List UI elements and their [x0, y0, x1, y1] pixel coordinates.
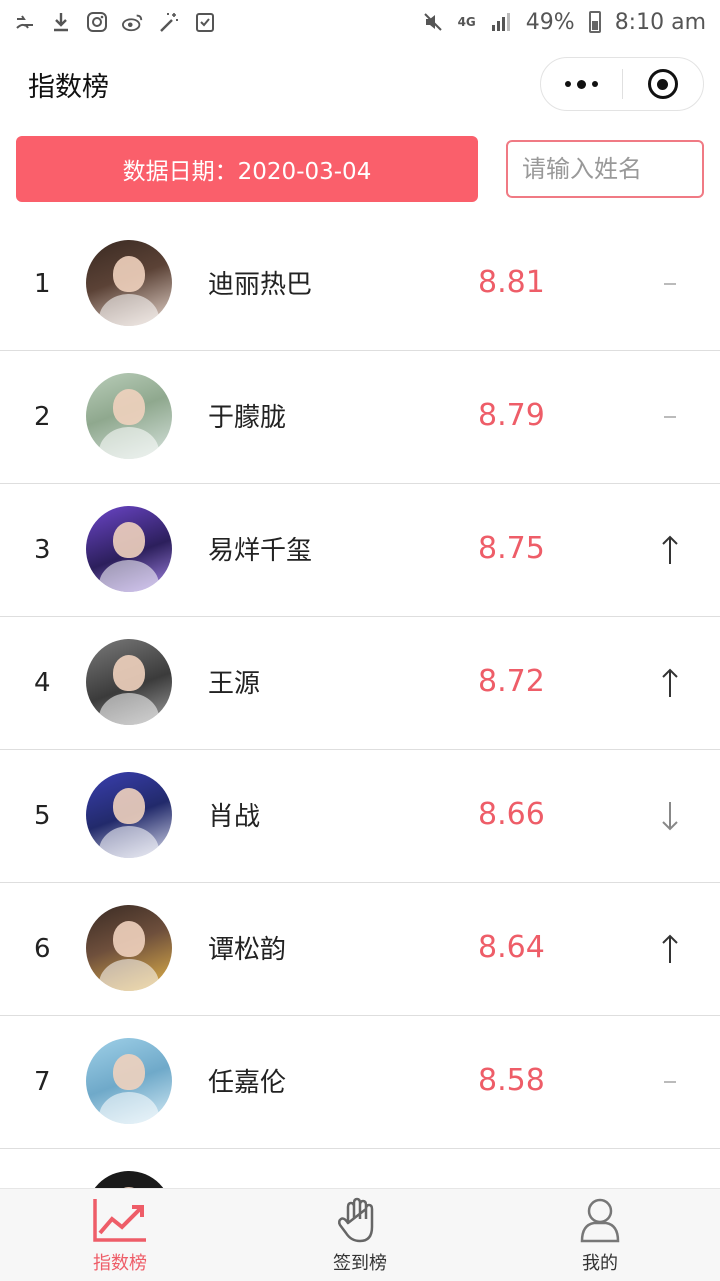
avatar — [86, 1038, 172, 1124]
more-dots-icon — [564, 79, 598, 89]
network-4g-icon: 4G — [457, 15, 476, 29]
rank-number: 4 — [34, 668, 51, 698]
status-bar: 4G 49% 8:10 am — [0, 0, 720, 44]
index-score: 8.81 — [478, 265, 545, 300]
ranking-row[interactable]: 2 于朦胧 8.79 — [0, 351, 720, 484]
index-score: 8.58 — [478, 1063, 545, 1098]
target-icon — [647, 69, 678, 99]
close-mini-program-button[interactable] — [623, 58, 704, 110]
arrow-up-icon — [660, 883, 680, 1015]
instagram-icon — [86, 11, 108, 33]
star-name: 肖战 — [208, 802, 261, 832]
avatar — [86, 905, 172, 991]
ranking-row[interactable]: 5 肖战 8.66 — [0, 750, 720, 883]
rank-number: 6 — [34, 934, 51, 964]
ranking-row[interactable]: 7 任嘉伦 8.58 — [0, 1016, 720, 1149]
tab-label: 签到榜 — [333, 1253, 387, 1274]
avatar — [86, 373, 172, 459]
star-name: 任嘉伦 — [208, 1068, 287, 1098]
clock: 8:10 am — [614, 9, 706, 35]
tab-mine[interactable]: 我的 — [480, 1189, 720, 1281]
filter-row: 数据日期：2020-03-04 — [16, 136, 706, 202]
ranking-row[interactable]: 3 易烊千玺 8.75 — [0, 484, 720, 617]
arrow-down-icon — [660, 750, 680, 882]
download-icon — [50, 11, 72, 33]
rank-number: 5 — [34, 801, 51, 831]
avatar — [86, 772, 172, 858]
rank-number: 3 — [34, 535, 51, 565]
tab-index-ranking[interactable]: 指数榜 — [0, 1189, 240, 1281]
rank-number: 7 — [34, 1067, 51, 1097]
trend-same-icon — [660, 218, 680, 350]
star-name: 于朦胧 — [208, 403, 287, 433]
avatar — [86, 639, 172, 725]
hand-icon — [332, 1197, 388, 1247]
status-bar-right: 4G 49% 8:10 am — [422, 10, 706, 35]
ranking-list: 1 迪丽热巴 8.81 2 于朦胧 8.79 3 易烊千玺 8.75 4 王源 … — [0, 218, 720, 1281]
trend-same-icon — [660, 1016, 680, 1148]
tab-checkin-ranking[interactable]: 签到榜 — [240, 1189, 480, 1281]
name-search-input[interactable] — [506, 140, 704, 198]
battery-percent: 49% — [525, 9, 575, 35]
arrow-up-icon — [660, 617, 680, 749]
magic-wand-icon — [158, 11, 180, 33]
mute-icon — [422, 11, 444, 33]
bottom-tab-bar: 指数榜 签到榜 我的 — [0, 1188, 720, 1281]
task-check-icon — [194, 11, 216, 33]
avatar — [86, 506, 172, 592]
navigation-bar: 指数榜 — [0, 50, 720, 118]
status-bar-left — [14, 11, 216, 33]
index-score: 8.64 — [478, 930, 545, 965]
mini-program-capsule — [540, 57, 704, 111]
trend-chart-icon — [92, 1197, 148, 1247]
index-score: 8.79 — [478, 398, 545, 433]
swap-icon — [14, 11, 36, 33]
index-score: 8.72 — [478, 664, 545, 699]
star-name: 谭松韵 — [208, 935, 287, 965]
weibo-icon — [122, 11, 144, 33]
signal-icon — [490, 11, 512, 33]
star-name: 王源 — [208, 669, 261, 699]
battery-icon — [588, 11, 601, 33]
ranking-row[interactable]: 6 谭松韵 8.64 — [0, 883, 720, 1016]
date-picker-button[interactable]: 数据日期：2020-03-04 — [16, 136, 478, 202]
star-name: 迪丽热巴 — [208, 270, 313, 300]
page-title: 指数榜 — [28, 71, 109, 103]
user-icon — [572, 1197, 628, 1247]
rank-number: 2 — [34, 402, 51, 432]
ranking-row[interactable]: 1 迪丽热巴 8.81 — [0, 218, 720, 351]
rank-number: 1 — [34, 269, 51, 299]
avatar — [86, 240, 172, 326]
index-score: 8.66 — [478, 797, 545, 832]
ranking-row[interactable]: 4 王源 8.72 — [0, 617, 720, 750]
tab-label: 指数榜 — [93, 1253, 147, 1274]
star-name: 易烊千玺 — [208, 536, 313, 566]
tab-label: 我的 — [582, 1253, 618, 1274]
index-score: 8.75 — [478, 531, 545, 566]
arrow-up-icon — [660, 484, 680, 616]
trend-same-icon — [660, 351, 680, 483]
more-button[interactable] — [541, 58, 622, 110]
